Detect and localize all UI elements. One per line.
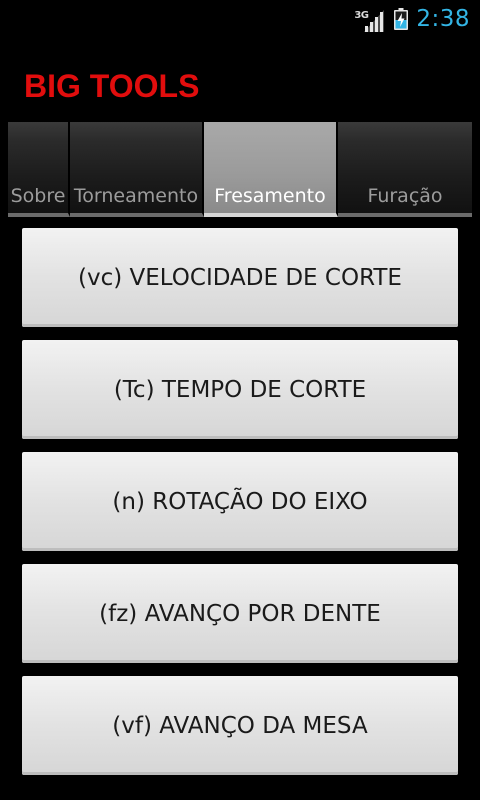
spindle-rotation-button[interactable]: (n) ROTAÇÃO DO EIXO (22, 452, 458, 551)
tab-label: Furação (367, 185, 443, 207)
network-type-label: 3G (354, 10, 369, 21)
cutting-speed-button[interactable]: (vc) VELOCIDADE DE CORTE (22, 228, 458, 327)
feed-per-tooth-button[interactable]: (fz) AVANÇO POR DENTE (22, 564, 458, 663)
tab-label: Torneamento (73, 185, 199, 207)
tab-furacao[interactable]: Furação (338, 122, 472, 217)
status-bar: 3G 2:38 (0, 0, 480, 38)
clock: 2:38 (416, 6, 470, 32)
calculation-menu: (vc) VELOCIDADE DE CORTE (Tc) TEMPO DE C… (22, 228, 458, 788)
app-title: BIG TOOLS (24, 68, 200, 104)
signal-icon: 3G (354, 4, 386, 34)
tab-fresamento[interactable]: Fresamento (204, 122, 338, 217)
cutting-time-button[interactable]: (Tc) TEMPO DE CORTE (22, 340, 458, 439)
tab-sobre[interactable]: Sobre (8, 122, 70, 217)
status-icons: 3G 2:38 (354, 0, 470, 38)
tab-label: Sobre (10, 185, 66, 207)
tab-torneamento[interactable]: Torneamento (70, 122, 204, 217)
tab-label: Fresamento (214, 185, 326, 207)
table-feed-button[interactable]: (vf) AVANÇO DA MESA (22, 676, 458, 775)
tab-bar: Sobre Torneamento Fresamento Furação (8, 122, 472, 217)
battery-charging-icon (394, 8, 409, 30)
